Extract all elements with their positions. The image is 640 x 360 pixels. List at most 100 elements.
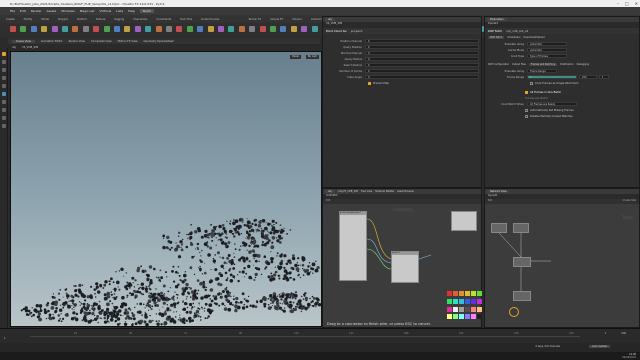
menu-help[interactable]: Help [128, 9, 135, 13]
shelf-tool-icon[interactable] [176, 26, 183, 32]
subtab-debugging[interactable]: Debugging [577, 63, 590, 66]
menu-assets[interactable]: Assets [47, 9, 57, 13]
shelf-tool-icon[interactable] [186, 26, 193, 32]
shelf-tool-icon[interactable] [41, 26, 48, 32]
param-field[interactable]: 0 [365, 57, 479, 61]
shelf-tab[interactable]: Hair Utils [177, 18, 195, 21]
shelf-tab[interactable]: Polygon [55, 18, 71, 21]
shelf-tab[interactable]: Texture [93, 18, 109, 21]
menu-vdtools[interactable]: VDTools [99, 9, 111, 13]
shelf-tool-icon[interactable] [301, 26, 308, 32]
shelf-tool-icon[interactable] [82, 26, 89, 32]
shelf-tab[interactable]: Model [38, 18, 52, 21]
tab-motion-fx[interactable]: Motion FX View [118, 40, 138, 43]
select-tool-icon[interactable] [1, 52, 6, 56]
pin-tool-icon[interactable] [1, 124, 6, 128]
frame-start-field[interactable]: 1 [527, 75, 577, 79]
color-swatch[interactable] [447, 291, 452, 296]
pose-tool-icon[interactable] [1, 100, 6, 104]
color-swatch[interactable] [459, 291, 464, 296]
frame-field[interactable]: 1 [4, 337, 6, 340]
menu-build[interactable]: Build [140, 9, 154, 13]
preload-checkbox[interactable] [368, 81, 371, 85]
menu-edit[interactable]: Edit [20, 9, 26, 13]
cook-when-field[interactable]: All Frames are Ready [527, 102, 577, 106]
shelf-tool-icon[interactable] [280, 26, 287, 32]
color-palette[interactable] [447, 291, 483, 321]
shelf-tab[interactable]: Simple FX [267, 18, 286, 21]
shelf-tool-icon[interactable] [311, 26, 318, 32]
shelf-tool-icon[interactable] [62, 26, 68, 32]
path-root[interactable]: obj [12, 46, 16, 49]
menu-magicnet[interactable]: Magic.net [80, 9, 95, 13]
color-swatch[interactable] [465, 306, 470, 312]
minimize-button[interactable]: – [617, 1, 619, 6]
shelf-tool-icon[interactable] [197, 26, 204, 32]
transform-tool-icon[interactable] [1, 60, 6, 64]
timeline[interactable]: 24 48 72 96 120 144 168 192 216 240 1 1 240 [0, 328, 640, 343]
shelf-tool-icon[interactable] [93, 26, 100, 32]
handle-tool-icon[interactable] [1, 84, 6, 88]
frame-inc-field[interactable]: 1 [599, 75, 609, 79]
cook-frames-checkbox[interactable] [530, 81, 533, 85]
color-swatch[interactable] [453, 298, 458, 304]
param-field[interactable]: P [365, 39, 479, 43]
rop-field[interactable]: Type of Frames [527, 54, 567, 58]
disable-checkbox[interactable] [525, 114, 528, 118]
shelf-tool-icon[interactable] [249, 26, 256, 32]
param-field[interactable]: 0 [365, 69, 479, 73]
color-swatch[interactable] [471, 306, 476, 312]
shelf-tab[interactable]: Create [3, 18, 18, 21]
tab-rop-fetch[interactable]: ROP Fetch [488, 36, 505, 39]
end-frame[interactable]: 240 [621, 332, 626, 335]
tab-scene-view[interactable]: Scene View [12, 39, 35, 43]
params-path-node[interactable]: VS_VDB_SIM [326, 22, 342, 25]
color-swatch[interactable] [471, 314, 476, 320]
shelf-tool-icon[interactable] [228, 26, 235, 32]
tab-download[interactable]: Download/Upload [523, 36, 544, 39]
start-frame[interactable]: 1 [604, 332, 606, 335]
color-swatch[interactable] [447, 306, 452, 312]
scene-viewport[interactable]: Persp No cam [10, 51, 322, 327]
rop-node-name[interactable]: rop_vdb_out_v2 [506, 29, 528, 33]
color-swatch[interactable] [459, 298, 464, 304]
snap-tool-icon[interactable] [1, 108, 6, 112]
menu-file[interactable]: File [10, 9, 15, 13]
brush-tool-icon[interactable] [1, 116, 6, 120]
tab-rop-params[interactable]: Parameters [487, 18, 507, 21]
shelf-tool-icon[interactable] [290, 26, 297, 32]
subtab-rop-config[interactable]: ROP Configuration [488, 63, 509, 66]
view-tool-icon[interactable] [1, 92, 6, 96]
color-swatch[interactable] [477, 298, 482, 304]
path-node[interactable]: VS_VDB_SIM [22, 46, 38, 49]
subtab-output[interactable]: Output Files [512, 63, 526, 66]
network-editor-right[interactable]: Network View topnet1 Edit 0 tasks total … [484, 188, 640, 328]
rop-field[interactable]: Frame Range [527, 69, 557, 73]
tab-params[interactable]: obj [325, 18, 335, 21]
subtab-frames[interactable]: Frames and Batching [528, 63, 558, 66]
param-field[interactable]: 0 [365, 51, 479, 55]
tab-composite-view[interactable]: Composite View [91, 40, 112, 43]
color-swatch[interactable] [471, 291, 476, 296]
param-field[interactable]: 0 [365, 75, 479, 79]
shelf-tool-icon[interactable] [259, 26, 266, 32]
close-button[interactable]: ✕ [635, 1, 638, 6]
subtab-distribution[interactable]: Distribution [560, 63, 573, 66]
shelf-tab[interactable]: Guide Process [198, 18, 222, 21]
shelf-tab[interactable]: Constraints [153, 18, 174, 21]
auto-update-button[interactable]: Auto Update [589, 345, 610, 348]
rotate-tool-icon[interactable] [1, 68, 6, 72]
shelf-tool-icon[interactable] [207, 26, 214, 32]
shelf-tool-icon[interactable] [20, 26, 27, 32]
shelf-tool-icon[interactable] [30, 26, 37, 32]
rop-field[interactable]: Automatic [527, 48, 567, 52]
color-swatch[interactable] [447, 298, 452, 304]
shelf-tab[interactable]: Terrain FX [245, 18, 264, 21]
auto-frames-checkbox[interactable] [525, 108, 528, 112]
menu-windows[interactable]: Windows [61, 9, 74, 13]
shelf-tool-icon[interactable] [114, 26, 120, 32]
color-swatch[interactable] [465, 298, 470, 304]
shelf-tool-icon[interactable] [166, 26, 172, 32]
shelf-tool-icon[interactable] [72, 26, 79, 32]
color-swatch[interactable] [459, 314, 464, 320]
